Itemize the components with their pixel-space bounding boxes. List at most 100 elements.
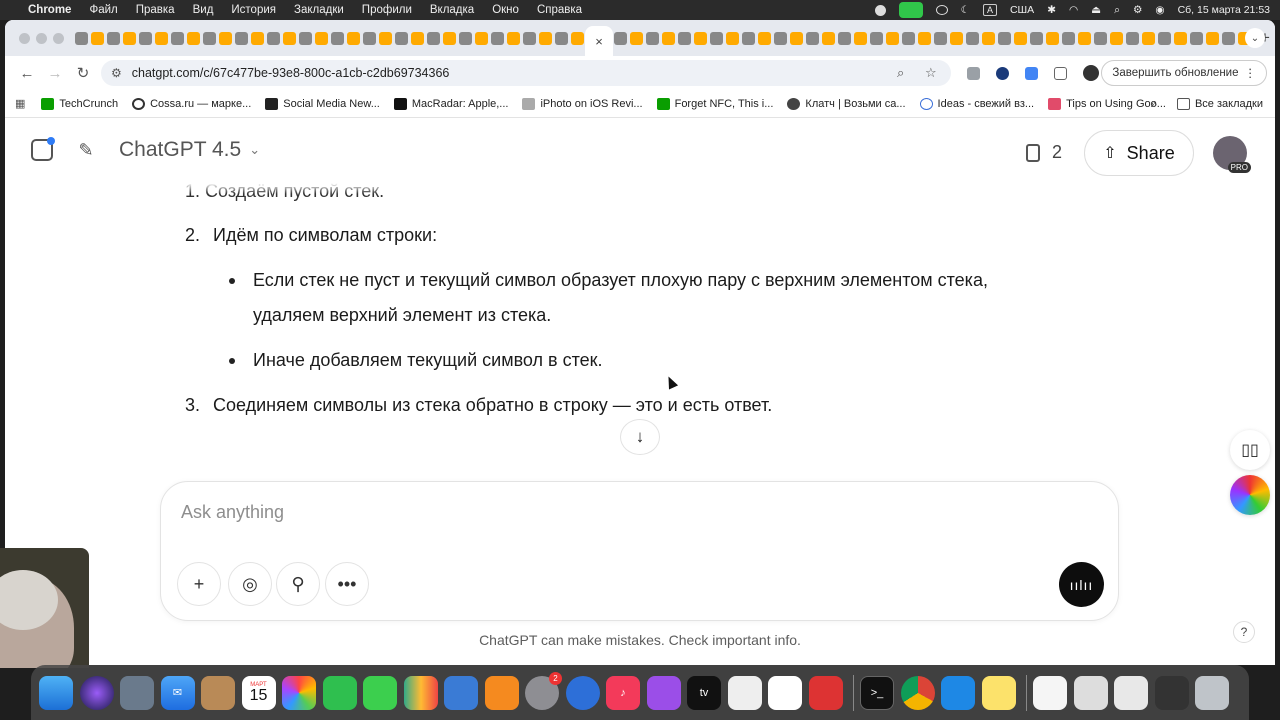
tab-favicon-icon[interactable] xyxy=(630,31,643,45)
color-wheel-icon[interactable] xyxy=(1230,475,1270,515)
tab-favicon-icon[interactable] xyxy=(1190,31,1203,45)
keynote-icon[interactable] xyxy=(444,675,478,710)
kebab-menu-icon[interactable]: ⋮ xyxy=(1245,66,1257,80)
bookmark-ideas[interactable]: Ideas - свежий вз... xyxy=(919,97,1034,110)
active-tab[interactable]: × xyxy=(585,26,613,56)
tab-favicon-icon[interactable] xyxy=(1206,31,1219,45)
tab-favicon-icon[interactable] xyxy=(822,31,835,45)
tab-favicon-icon[interactable] xyxy=(1030,31,1043,45)
books-icon[interactable] xyxy=(484,675,519,710)
tab-favicon-icon[interactable] xyxy=(155,31,168,45)
notes-icon[interactable] xyxy=(981,675,1016,710)
canvas-docs-button[interactable]: 2 xyxy=(1026,142,1062,163)
bookmark-techcrunch[interactable]: TechCrunch xyxy=(41,97,118,110)
apps-grid-icon[interactable]: ▦ xyxy=(15,97,25,110)
voice-mode-button[interactable]: ıılıı xyxy=(1059,562,1104,607)
back-icon[interactable]: ← xyxy=(13,65,41,82)
tab-favicon-icon[interactable] xyxy=(742,31,755,45)
minimize-window-button[interactable] xyxy=(36,32,47,44)
tab-favicon-icon[interactable] xyxy=(107,31,120,45)
tab-favicon-icon[interactable] xyxy=(662,31,675,45)
menu-tab[interactable]: Вкладка xyxy=(430,4,474,16)
tab-favicon-icon[interactable] xyxy=(1110,31,1123,45)
tab-favicon-icon[interactable] xyxy=(75,31,88,45)
tab-favicon-icon[interactable] xyxy=(571,31,584,45)
tab-favicon-icon[interactable] xyxy=(507,31,520,45)
reload-icon[interactable]: ↻ xyxy=(69,64,97,82)
tab-favicon-icon[interactable] xyxy=(91,31,104,45)
puzzle-icon[interactable] xyxy=(1054,66,1067,80)
close-window-button[interactable] xyxy=(19,32,30,44)
tab-favicon-icon[interactable] xyxy=(491,31,504,45)
tab-favicon-icon[interactable] xyxy=(1126,31,1139,45)
update-button[interactable]: Завершить обновление ⋮ xyxy=(1101,60,1267,86)
share-button[interactable]: ⇧ Share xyxy=(1084,130,1194,176)
terminal-icon[interactable]: >_ xyxy=(860,675,894,710)
forward-icon[interactable]: → xyxy=(41,65,69,82)
menu-profiles[interactable]: Профили xyxy=(362,4,412,16)
quicktime-icon[interactable] xyxy=(565,675,600,710)
tab-favicon-icon[interactable] xyxy=(886,31,899,45)
music-icon[interactable]: ♪ xyxy=(606,675,640,710)
vscode-icon[interactable] xyxy=(941,675,975,710)
translate-icon[interactable] xyxy=(1025,66,1038,80)
tab-favicon-icon[interactable] xyxy=(459,31,472,45)
calendar-icon[interactable]: МАРТ 15 xyxy=(241,675,276,710)
menu-history[interactable]: История xyxy=(231,4,276,16)
extension-shield-icon[interactable] xyxy=(996,66,1009,80)
tab-favicon-icon[interactable] xyxy=(982,31,995,45)
tab-favicon-icon[interactable] xyxy=(998,31,1011,45)
tab-favicon-icon[interactable] xyxy=(774,31,787,45)
photos-icon[interactable] xyxy=(282,675,316,710)
tab-favicon-icon[interactable] xyxy=(1174,31,1187,45)
numbers-icon[interactable] xyxy=(403,675,438,710)
tab-favicon-icon[interactable] xyxy=(1094,31,1107,45)
tab-favicon-icon[interactable] xyxy=(790,31,803,45)
messages-icon[interactable] xyxy=(363,675,397,710)
tab-favicon-icon[interactable] xyxy=(614,31,627,45)
profile-icon[interactable] xyxy=(1083,65,1099,81)
bookmark-cossa[interactable]: Cossa.ru — марке... xyxy=(132,97,251,110)
tab-favicon-icon[interactable] xyxy=(870,31,883,45)
clock[interactable]: Сб, 15 марта 21:53 xyxy=(1178,4,1270,16)
tab-favicon-icon[interactable] xyxy=(395,31,408,45)
window-thumbnail-icon[interactable] xyxy=(1114,675,1148,710)
tab-favicon-icon[interactable] xyxy=(806,31,819,45)
menu-chrome[interactable]: Chrome xyxy=(28,4,71,16)
add-attachment-button[interactable]: + xyxy=(177,562,221,606)
wifi-icon[interactable]: ◠ xyxy=(1069,4,1078,16)
locale-label[interactable]: США xyxy=(1010,4,1034,16)
bookmark-macradar[interactable]: MacRadar: Apple,... xyxy=(393,97,508,110)
scroll-down-button[interactable]: ↓ xyxy=(620,419,660,455)
tab-favicon-icon[interactable] xyxy=(251,31,264,45)
address-bar[interactable]: ⚙ chatgpt.com/c/67c477be-93e8-800c-a1cb-… xyxy=(101,60,951,86)
input-source-icon[interactable]: A xyxy=(982,4,997,16)
tab-favicon-icon[interactable] xyxy=(1222,31,1235,45)
url-text[interactable]: chatgpt.com/c/67c477be-93e8-800c-a1cb-c2… xyxy=(132,66,450,80)
iphone-mirroring-icon[interactable] xyxy=(808,675,843,710)
book-icon[interactable]: ▯▯ xyxy=(1230,430,1270,470)
freeform-icon[interactable] xyxy=(768,675,802,710)
tab-favicon-icon[interactable] xyxy=(219,31,232,45)
tab-favicon-icon[interactable] xyxy=(646,31,659,45)
record-icon[interactable] xyxy=(874,4,886,16)
tab-favicon-icon[interactable] xyxy=(411,31,424,45)
tab-favicon-icon[interactable] xyxy=(331,31,344,45)
bookmark-forget-nfc[interactable]: Forget NFC, This i... xyxy=(656,97,773,110)
tab-favicon-icon[interactable] xyxy=(523,31,536,45)
prompt-input[interactable] xyxy=(181,496,1061,528)
tab-favicon-icon[interactable] xyxy=(363,31,376,45)
textedit-icon[interactable] xyxy=(727,675,762,710)
tab-favicon-icon[interactable] xyxy=(299,31,312,45)
siri-icon[interactable] xyxy=(79,675,114,710)
tab-search-button[interactable]: ⌄ xyxy=(1245,28,1265,48)
tab-favicon-icon[interactable] xyxy=(427,31,440,45)
tab-favicon-icon[interactable] xyxy=(854,31,867,45)
tab-favicon-icon[interactable] xyxy=(539,31,552,45)
site-info-icon[interactable]: ⚙ xyxy=(111,66,122,80)
search-icon[interactable]: ⌕ xyxy=(1114,4,1120,17)
podcasts-icon[interactable] xyxy=(646,675,681,710)
launchpad-icon[interactable] xyxy=(120,675,154,710)
tab-favicon-icon[interactable] xyxy=(1078,31,1091,45)
settings-icon[interactable]: 2 xyxy=(525,671,562,710)
